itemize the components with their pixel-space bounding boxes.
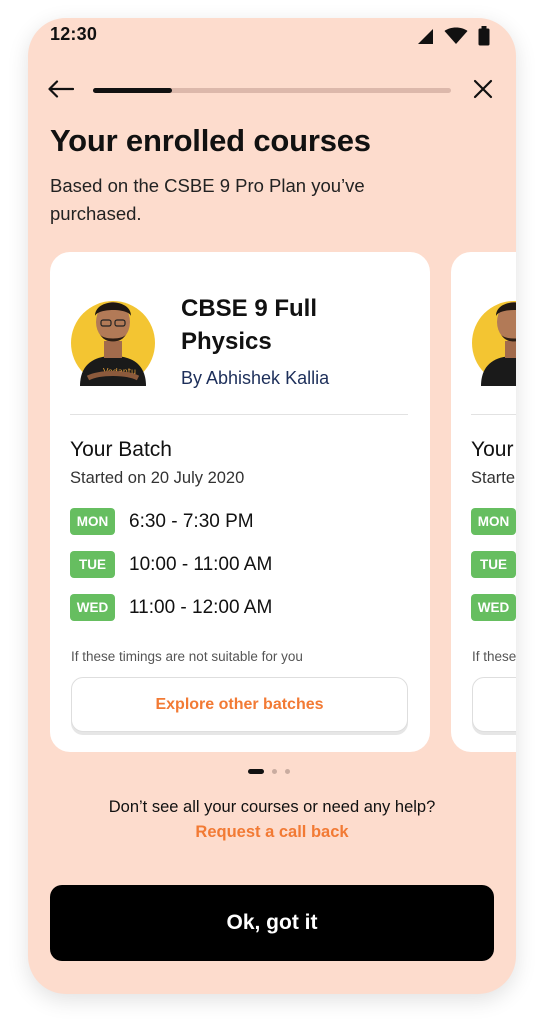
carousel-dot-active[interactable] (248, 769, 264, 774)
status-time: 12:30 (50, 24, 98, 44)
schedule-slot-monday: MON (471, 508, 516, 535)
carousel-dot[interactable] (272, 769, 277, 774)
batch-start-date: Starte (471, 469, 516, 487)
schedule-slot-wednesday: WED (471, 594, 516, 621)
slot-time: 6:30 - 7:30 PM (129, 510, 254, 532)
ok-got-it-button[interactable]: Ok, got it (50, 885, 494, 961)
status-icons (417, 26, 490, 51)
batch-heading: Your (471, 438, 514, 461)
course-author: By Abhishek Kallia (181, 368, 330, 388)
day-badge: WED (471, 594, 516, 621)
instructor-avatar (471, 286, 516, 386)
help-question: Don’t see all your courses or need any h… (108, 798, 436, 816)
course-card[interactable]: Vedantu CBSE 9 Full Physics By Abhishek … (50, 252, 430, 752)
back-button[interactable] (46, 76, 76, 106)
card-divider (471, 414, 516, 415)
onboarding-progress-fill (93, 88, 172, 93)
wifi-icon (444, 27, 468, 50)
request-call-back-link[interactable]: Request a call back (28, 823, 516, 842)
day-badge: TUE (70, 551, 115, 578)
schedule-slot-wednesday: WED 11:00 - 12:00 AM (70, 594, 272, 621)
schedule-slot-tuesday: TUE 10:00 - 11:00 AM (70, 551, 272, 578)
carousel-pagination (248, 769, 290, 774)
card-divider (70, 414, 408, 415)
close-icon (473, 79, 493, 104)
day-badge: MON (70, 508, 115, 535)
slot-time: 10:00 - 11:00 AM (129, 553, 273, 575)
day-badge: TUE (471, 551, 516, 578)
batch-heading: Your Batch (70, 438, 172, 461)
cellular-signal-icon (417, 28, 434, 50)
page-title: Your enrolled courses (50, 123, 371, 158)
batch-start-date: Started on 20 July 2020 (70, 469, 245, 487)
close-button[interactable] (468, 76, 498, 106)
day-badge: WED (70, 594, 115, 621)
battery-icon (478, 26, 490, 51)
timing-note: If these (472, 649, 516, 664)
phone-screen: 12:30 Your enrolled courses Based on the… (28, 18, 516, 994)
course-card-next[interactable]: Your Starte MON TUE WED If these (451, 252, 516, 752)
status-bar: 12:30 (28, 18, 516, 50)
carousel-dot[interactable] (285, 769, 290, 774)
course-title: CBSE 9 Full Physics (181, 295, 318, 355)
page-subtitle: Based on the CSBE 9 Pro Plan you’ve purc… (50, 175, 365, 224)
schedule-slot-tuesday: TUE (471, 551, 516, 578)
top-navigation (28, 76, 516, 106)
day-badge: MON (471, 508, 516, 535)
instructor-avatar: Vedantu (70, 286, 156, 386)
explore-other-batches-button[interactable] (472, 677, 516, 732)
timing-note: If these timings are not suitable for yo… (71, 649, 303, 664)
slot-time: 11:00 - 12:00 AM (129, 596, 273, 618)
explore-other-batches-button[interactable]: Explore other batches (71, 677, 408, 732)
schedule-slot-monday: MON 6:30 - 7:30 PM (70, 508, 254, 535)
arrow-left-icon (48, 79, 75, 103)
onboarding-progress-bar (93, 88, 451, 93)
